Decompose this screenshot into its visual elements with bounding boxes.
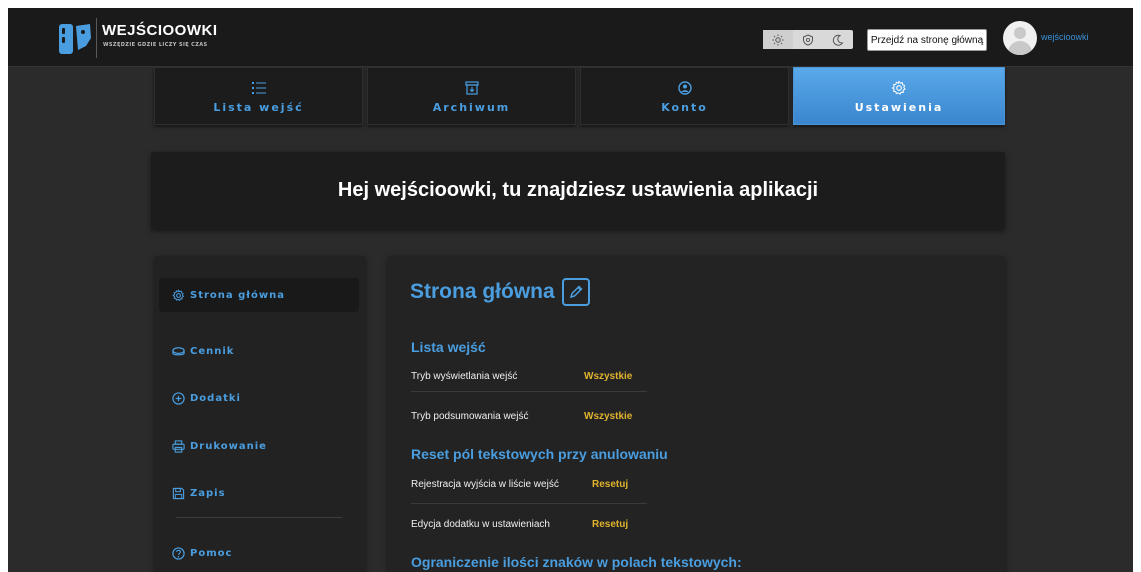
user-circle-icon: [677, 79, 692, 97]
sidebar-item-label: Dodatki: [190, 392, 241, 404]
page-title: Strona główna: [410, 278, 590, 306]
settings-sidebar: Strona główna Cennik Dodatki Drukowanie …: [155, 256, 365, 572]
setting-value-toggle[interactable]: Resetuj: [592, 479, 628, 490]
tab-label: Lista wejść: [213, 100, 304, 114]
brand-name: WEJŚCIOOWKI: [102, 22, 218, 39]
wallet-icon: [172, 345, 185, 358]
shield-icon[interactable]: [793, 30, 823, 49]
setting-label: Tryb wyświetlania wejść: [411, 370, 518, 382]
gear-icon: [172, 288, 185, 302]
tab-lista-wejsc[interactable]: Lista wejść: [154, 67, 363, 125]
tab-ustawienia[interactable]: Ustawienia: [793, 67, 1005, 125]
edit-icon[interactable]: [561, 278, 590, 306]
setting-label: Tryb podsumowania wejść: [411, 410, 529, 422]
app-window: WEJŚCIOOWKI WSZĘDZIE GDZIE LICZY SIĘ CZA…: [8, 8, 1133, 572]
logo-divider: [96, 18, 97, 58]
sidebar-item-pomoc[interactable]: Pomoc: [159, 536, 359, 570]
sidebar-item-drukowanie[interactable]: Drukowanie: [159, 429, 359, 463]
settings-panel: Strona główna Lista wejść Tryb wyświetla…: [388, 256, 1005, 572]
sidebar-item-strona-glowna[interactable]: Strona główna: [159, 278, 359, 312]
avatar[interactable]: [1003, 21, 1037, 55]
avatar-body: [1008, 41, 1032, 55]
main-tabs: Lista wejść Archiwum Konto Ustawienia: [154, 67, 1005, 125]
section-heading-reset: Reset pól tekstowych przy anulowaniu: [411, 446, 668, 462]
setting-label: Edycja dodatku w ustawieniach: [411, 518, 550, 530]
tab-label: Archiwum: [432, 100, 511, 114]
moon-icon[interactable]: [823, 30, 853, 49]
setting-row: Tryb podsumowania wejść Wszystkie: [411, 402, 647, 430]
help-circle-icon: [172, 546, 185, 560]
setting-value-toggle[interactable]: Resetuj: [592, 519, 628, 530]
page-title-text: Strona główna: [410, 280, 555, 303]
sidebar-item-cennik[interactable]: Cennik: [159, 334, 359, 368]
archive-icon: [464, 79, 479, 97]
list-icon: [251, 79, 267, 97]
username-link[interactable]: wejścioowki: [1041, 32, 1089, 42]
printer-icon: [172, 439, 185, 453]
setting-value-toggle[interactable]: Wszystkie: [584, 411, 632, 422]
welcome-banner: Hej wejścioowki, tu znajdziesz ustawieni…: [151, 152, 1005, 229]
sidebar-divider: [176, 517, 342, 518]
setting-row: Tryb wyświetlania wejść Wszystkie: [411, 362, 647, 390]
setting-label: Rejestracja wyjścia w liście wejść: [411, 478, 559, 490]
welcome-text: Hej wejścioowki, tu znajdziesz ustawieni…: [337, 179, 819, 201]
setting-value-toggle[interactable]: Wszystkie: [584, 371, 632, 382]
avatar-head: [1014, 27, 1026, 39]
tab-konto[interactable]: Konto: [580, 67, 789, 125]
row-divider: [411, 391, 647, 392]
sidebar-item-label: Zapis: [190, 487, 226, 499]
sidebar-item-label: Drukowanie: [190, 440, 267, 452]
setting-row: Rejestracja wyjścia w liście wejść Reset…: [411, 470, 647, 498]
section-heading-ograniczenie: Ograniczenie ilości znaków w polach teks…: [411, 554, 742, 570]
sun-icon[interactable]: [763, 30, 793, 49]
row-divider: [411, 503, 647, 504]
sidebar-item-zapis[interactable]: Zapis: [159, 476, 359, 510]
save-icon: [172, 487, 185, 500]
sidebar-item-label: Strona główna: [190, 289, 285, 301]
tab-label: Konto: [661, 100, 708, 114]
sidebar-item-dodatki[interactable]: Dodatki: [159, 381, 359, 415]
tab-archiwum[interactable]: Archiwum: [367, 67, 576, 125]
brand-tagline: WSZĘDZIE GDZIE LICZY SIĘ CZAS: [103, 42, 208, 48]
gear-icon: [891, 79, 907, 97]
tab-label: Ustawienia: [854, 100, 944, 114]
setting-row: Edycja dodatku w ustawieniach Resetuj: [411, 510, 647, 538]
sidebar-item-label: Pomoc: [190, 547, 233, 559]
logo-icon[interactable]: [58, 20, 93, 56]
top-bar: WEJŚCIOOWKI WSZĘDZIE GDZIE LICZY SIĘ CZA…: [8, 8, 1133, 67]
plus-circle-icon: [172, 391, 185, 405]
section-heading-lista-wejsc: Lista wejść: [411, 339, 486, 355]
go-home-button[interactable]: Przejdź na stronę główną: [867, 29, 987, 51]
sidebar-item-label: Cennik: [190, 345, 235, 357]
theme-switch: [763, 30, 853, 49]
